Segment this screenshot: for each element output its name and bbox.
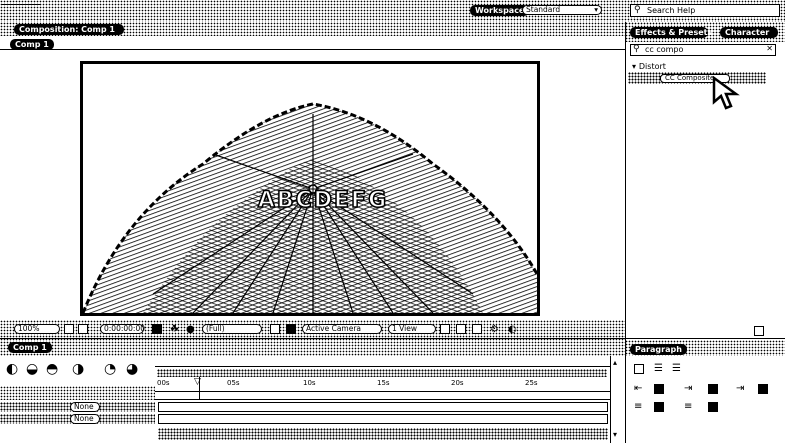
scroll-up-icon[interactable]: ▴: [613, 358, 617, 367]
effects-search-field[interactable]: ⚲ cc compo ✕: [630, 44, 776, 56]
first-line-field[interactable]: [758, 384, 768, 394]
align-center-icon[interactable]: ☰: [654, 364, 663, 374]
timeline-ruler[interactable]: 00s 05s 10s 15s 20s 25s ▽: [155, 366, 610, 401]
ruler-label-0: 00s: [157, 379, 170, 387]
workspace-value: Standard: [526, 5, 561, 14]
transparency-grid-icon[interactable]: [286, 324, 296, 334]
ruler-labels: 00s 05s 10s 15s 20s 25s: [155, 379, 610, 389]
ruler-line: [155, 391, 610, 392]
tab-effects-presets[interactable]: Effects & Presets: [630, 27, 712, 38]
indent-right-icon[interactable]: ⇥: [684, 384, 692, 394]
region-of-interest-icon[interactable]: [270, 324, 280, 334]
indent-right-field[interactable]: [708, 384, 718, 394]
flowchart-icon[interactable]: ⚙: [490, 325, 499, 335]
mask-icon[interactable]: [78, 324, 88, 334]
search-icon: ⚲: [634, 5, 641, 15]
zoom-dropdown[interactable]: 100%: [14, 324, 60, 334]
timeline-scrollbar[interactable]: ▴ ▾: [610, 356, 625, 443]
ruler-label-2: 10s: [303, 379, 316, 387]
layer-2-mode[interactable]: None: [70, 414, 100, 424]
timeline-controls: ◐ ◒ ◓ ◑ ◔ ◕: [0, 356, 155, 386]
tab-character[interactable]: Character: [720, 27, 778, 38]
search-icon: ⚲: [633, 44, 640, 54]
hide-shy-layers-icon[interactable]: ◑: [72, 362, 84, 376]
camera-snapshot-icon[interactable]: [152, 324, 162, 334]
ruler-label-5: 25s: [525, 379, 538, 387]
align-left-icon[interactable]: [634, 364, 644, 374]
cursor-arrow-icon: [712, 76, 740, 110]
timeline-scroll-area: [158, 428, 608, 440]
tab-paragraph[interactable]: Paragraph: [630, 344, 687, 355]
show-snapshot-icon[interactable]: ☘: [170, 325, 179, 335]
camera-dropdown[interactable]: Active Camera: [302, 324, 382, 334]
clear-search-icon[interactable]: ✕: [766, 44, 773, 53]
effects-category[interactable]: ▾ Distort: [632, 62, 772, 72]
toggle-pixel-aspect-icon[interactable]: [440, 324, 450, 334]
new-folder-icon[interactable]: [754, 326, 764, 336]
workspace-label: Workspace: [470, 5, 530, 16]
ruler-label-4: 20s: [451, 379, 464, 387]
timeline-column-header: [0, 386, 155, 400]
indent-left-icon[interactable]: ⇤: [634, 384, 642, 394]
timeline-icon[interactable]: [472, 324, 482, 334]
playhead-icon[interactable]: ▽: [194, 377, 201, 387]
effects-category-label: Distort: [638, 62, 666, 71]
search-help-box[interactable]: ⚲ Search Help: [630, 4, 780, 17]
search-timeline-icon[interactable]: ◐: [6, 362, 18, 376]
views-dropdown[interactable]: 1 View: [388, 324, 436, 334]
effects-search-value: cc compo: [645, 45, 684, 54]
panel-divider-vertical[interactable]: [625, 22, 626, 443]
space-before-field[interactable]: [654, 402, 664, 412]
align-right-icon[interactable]: ☰: [672, 364, 681, 374]
tab-composition[interactable]: Composition: Comp 1: [14, 24, 124, 35]
chevron-down-icon: ▾: [594, 5, 598, 14]
layer-1-duration-bar[interactable]: [158, 402, 608, 412]
tab-timeline-comp[interactable]: Comp 1: [8, 342, 52, 353]
motion-blur-icon[interactable]: ◕: [126, 362, 138, 376]
grid-icon[interactable]: [64, 324, 74, 334]
comp-overlay-text: ABCDEFG: [257, 187, 389, 214]
scroll-down-icon[interactable]: ▾: [613, 430, 617, 439]
triangle-down-icon: ▾: [632, 62, 637, 71]
effects-panel-body: [625, 42, 785, 340]
indent-left-field[interactable]: [654, 384, 664, 394]
comp-mini-flowchart-icon[interactable]: ◒: [26, 362, 38, 376]
ruler-label-3: 15s: [377, 379, 390, 387]
composition-tab-row: [0, 36, 625, 50]
space-after-field[interactable]: [708, 402, 718, 412]
comp-frame: ABCDEFG: [80, 61, 540, 316]
workspace-dropdown[interactable]: Standard ▾: [522, 5, 602, 15]
timeline-layers: None None: [0, 400, 610, 443]
frame-blending-icon[interactable]: ◔: [104, 362, 116, 376]
space-before-icon[interactable]: ≡: [634, 402, 642, 412]
color-channel-icon[interactable]: ●: [186, 325, 195, 335]
fast-previews-icon[interactable]: [456, 324, 466, 334]
window-controls: [2, 2, 42, 8]
timecode-field[interactable]: 0:00:00:00: [100, 324, 145, 334]
work-area-bar[interactable]: [157, 369, 607, 377]
search-help-placeholder: Search Help: [647, 6, 696, 15]
timeline-panel-header: [0, 338, 625, 356]
ruler-label-1: 05s: [227, 379, 240, 387]
exposure-icon[interactable]: ◐: [508, 325, 517, 335]
comp-tab-button[interactable]: Comp 1: [10, 39, 54, 50]
layer-2-duration-bar[interactable]: [158, 414, 608, 424]
first-line-indent-icon[interactable]: ⇥: [736, 384, 744, 394]
space-after-icon[interactable]: ≡: [684, 402, 692, 412]
draft-3d-icon[interactable]: ◓: [46, 362, 58, 376]
layer-1-mode[interactable]: None: [70, 402, 100, 412]
panel-divider-horizontal[interactable]: [0, 338, 785, 339]
paragraph-panel-body: ☰ ☰ ⇤ ⇥ ⇥ ≡ ≡: [625, 356, 785, 443]
resolution-dropdown[interactable]: (Full): [202, 324, 262, 334]
